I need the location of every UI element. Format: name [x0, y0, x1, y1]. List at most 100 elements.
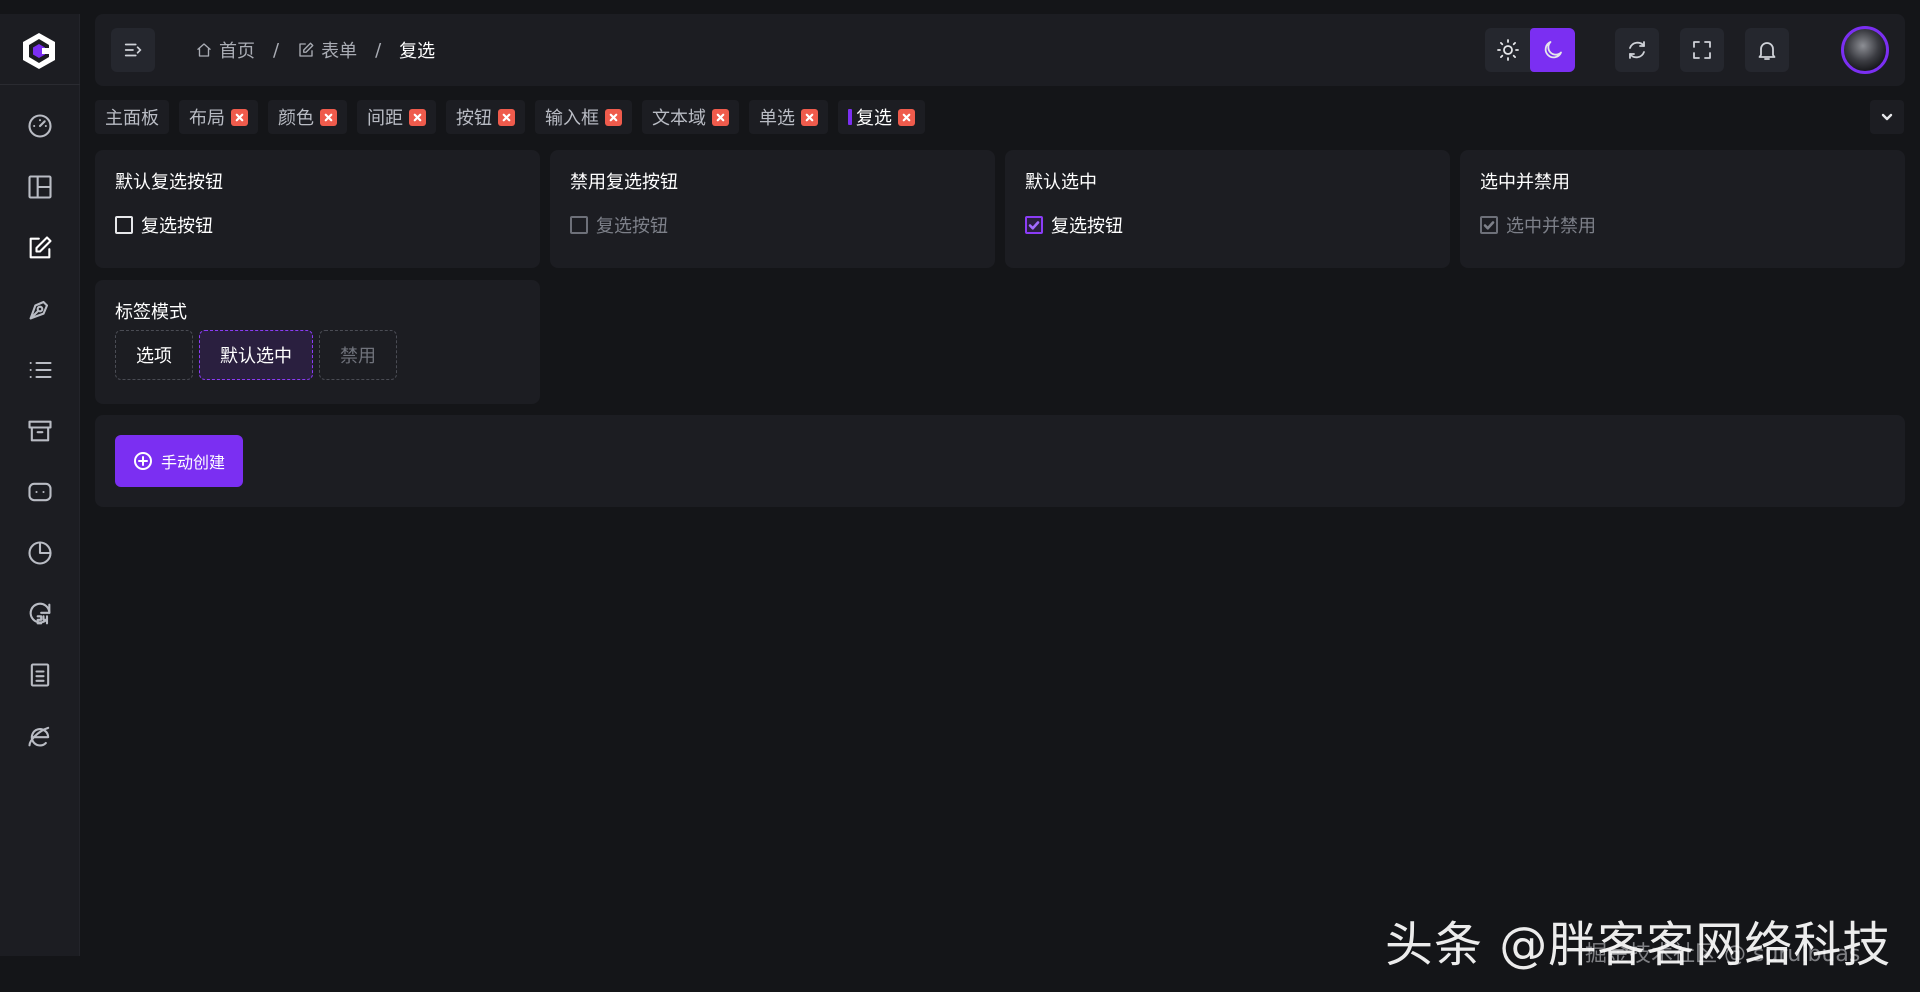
- tab-button[interactable]: 按钮: [446, 100, 525, 134]
- tab-radio[interactable]: 单选: [749, 100, 828, 134]
- sidebar-item-24h[interactable]: [20, 594, 60, 634]
- tab-checkbox[interactable]: 复选: [838, 100, 925, 134]
- breadcrumb-home[interactable]: 首页: [195, 37, 255, 63]
- breadcrumb-form[interactable]: 表单: [297, 37, 357, 63]
- checkbox-checked[interactable]: 复选按钮: [1025, 212, 1123, 238]
- sidebar-item-design[interactable]: [20, 289, 60, 329]
- tag-checkbox-group: 选项 默认选中 禁用: [115, 330, 397, 380]
- active-tab-marker: [848, 109, 852, 125]
- sidebar: [0, 14, 80, 956]
- checkbox-box[interactable]: [1025, 216, 1043, 234]
- menu-collapse-icon: [124, 43, 142, 57]
- tab-label: 主面板: [105, 108, 159, 129]
- sidebar-item-dashboard[interactable]: [20, 106, 60, 146]
- close-icon[interactable]: [409, 108, 426, 126]
- card-default-checkbox: 默认复选按钮 复选按钮: [95, 150, 540, 268]
- close-icon[interactable]: [320, 108, 337, 126]
- theme-toggle[interactable]: [1485, 28, 1575, 72]
- breadcrumb: 首页 / 表单 / 复选: [195, 38, 435, 62]
- sidebar-item-list[interactable]: [20, 350, 60, 390]
- checkbox-default[interactable]: 复选按钮: [115, 212, 213, 238]
- tab-label: 按钮: [456, 108, 492, 129]
- 24-hours-icon: [29, 602, 51, 625]
- button-label: 手动创建: [161, 453, 226, 472]
- tab-dashboard[interactable]: 主面板: [95, 100, 169, 134]
- sidebar-toggle-button[interactable]: [111, 28, 155, 72]
- top-header: 首页 / 表单 / 复选: [95, 14, 1905, 86]
- breadcrumb-label: 复选: [399, 41, 436, 62]
- tab-layout[interactable]: 布局: [179, 100, 258, 134]
- card-tag-mode: 标签模式 选项 默认选中 禁用: [95, 280, 540, 404]
- sidebar-item-layout[interactable]: [20, 167, 60, 207]
- chevron-down-icon: [1881, 113, 1893, 121]
- tab-label: 文本域: [652, 108, 706, 129]
- chat-bubble-icon: [28, 482, 52, 502]
- close-icon[interactable]: [605, 108, 622, 126]
- tabs-more-button[interactable]: [1870, 100, 1904, 134]
- card-title: 默认复选按钮: [115, 172, 223, 193]
- sidebar-item-form[interactable]: [20, 228, 60, 268]
- close-icon[interactable]: [801, 108, 818, 126]
- tab-textarea[interactable]: 文本域: [642, 100, 739, 134]
- page-tabs: 主面板 布局 颜色 间距 按钮 输入框 文本域 单选 复选: [95, 100, 925, 134]
- tag-option[interactable]: 选项: [115, 330, 193, 380]
- close-icon[interactable]: [898, 108, 915, 126]
- tab-label: 间距: [367, 108, 403, 129]
- form-edit-icon: [299, 42, 314, 57]
- checkbox-checked-disabled: 选中并禁用: [1480, 212, 1596, 238]
- sidebar-item-chat[interactable]: [20, 472, 60, 512]
- pen-nib-icon: [29, 300, 49, 320]
- refresh-button[interactable]: [1615, 28, 1659, 72]
- plus-circle-icon: [134, 452, 152, 470]
- checkbox-label: 选中并禁用: [1506, 216, 1596, 237]
- check-icon: [1028, 221, 1040, 230]
- manual-create-button[interactable]: 手动创建: [115, 435, 244, 487]
- moon-icon: [1544, 41, 1562, 59]
- notification-button[interactable]: [1745, 28, 1789, 72]
- card-checked-checkbox: 默认选中 复选按钮: [1005, 150, 1450, 268]
- checkbox-box[interactable]: [115, 216, 133, 234]
- card-title: 禁用复选按钮: [570, 172, 678, 193]
- dark-theme-option[interactable]: [1530, 28, 1575, 72]
- card-title: 标签模式: [115, 302, 187, 323]
- card-title: 默认选中: [1025, 172, 1097, 193]
- tab-color[interactable]: 颜色: [268, 100, 347, 134]
- light-theme-option[interactable]: [1485, 28, 1530, 72]
- checkbox-disabled: 复选按钮: [570, 212, 668, 238]
- logo-divider: [0, 84, 80, 85]
- sidebar-item-document[interactable]: [20, 655, 60, 695]
- dashboard-gauge-icon: [28, 114, 52, 138]
- breadcrumb-label: 首页: [219, 41, 255, 62]
- tab-input[interactable]: 输入框: [535, 100, 632, 134]
- close-icon[interactable]: [498, 108, 515, 126]
- card-title: 选中并禁用: [1480, 172, 1570, 193]
- action-panel: 手动创建: [95, 415, 1905, 507]
- sun-icon: [1496, 39, 1519, 61]
- breadcrumb-label: 表单: [321, 41, 358, 62]
- close-icon[interactable]: [231, 108, 248, 126]
- user-avatar[interactable]: [1841, 26, 1889, 74]
- tag-option-disabled: 禁用: [319, 330, 397, 380]
- sidebar-item-archive[interactable]: [20, 411, 60, 451]
- tab-label: 颜色: [278, 108, 314, 129]
- sidebar-item-chart[interactable]: [20, 533, 60, 573]
- layout-icon: [28, 175, 52, 199]
- tag-option-selected[interactable]: 默认选中: [199, 330, 313, 380]
- app-logo[interactable]: [18, 30, 60, 72]
- tab-label: 输入框: [545, 108, 599, 129]
- close-icon[interactable]: [712, 108, 729, 126]
- checkbox-box: [570, 216, 588, 234]
- document-icon: [30, 663, 50, 687]
- tab-label: 单选: [759, 108, 795, 129]
- archive-box-icon: [28, 420, 52, 442]
- check-icon: [1483, 221, 1495, 230]
- card-disabled-checkbox: 禁用复选按钮 复选按钮: [550, 150, 995, 268]
- bell-icon: [1758, 42, 1776, 60]
- fullscreen-button[interactable]: [1680, 28, 1724, 72]
- breadcrumb-separator: /: [273, 39, 280, 61]
- tab-label: 布局: [189, 108, 225, 129]
- tab-spacing[interactable]: 间距: [357, 100, 436, 134]
- checkbox-label: 复选按钮: [1051, 216, 1123, 237]
- sidebar-item-browser[interactable]: [20, 716, 60, 756]
- watermark: 头条 @胖客客网络科技: [1385, 917, 1892, 973]
